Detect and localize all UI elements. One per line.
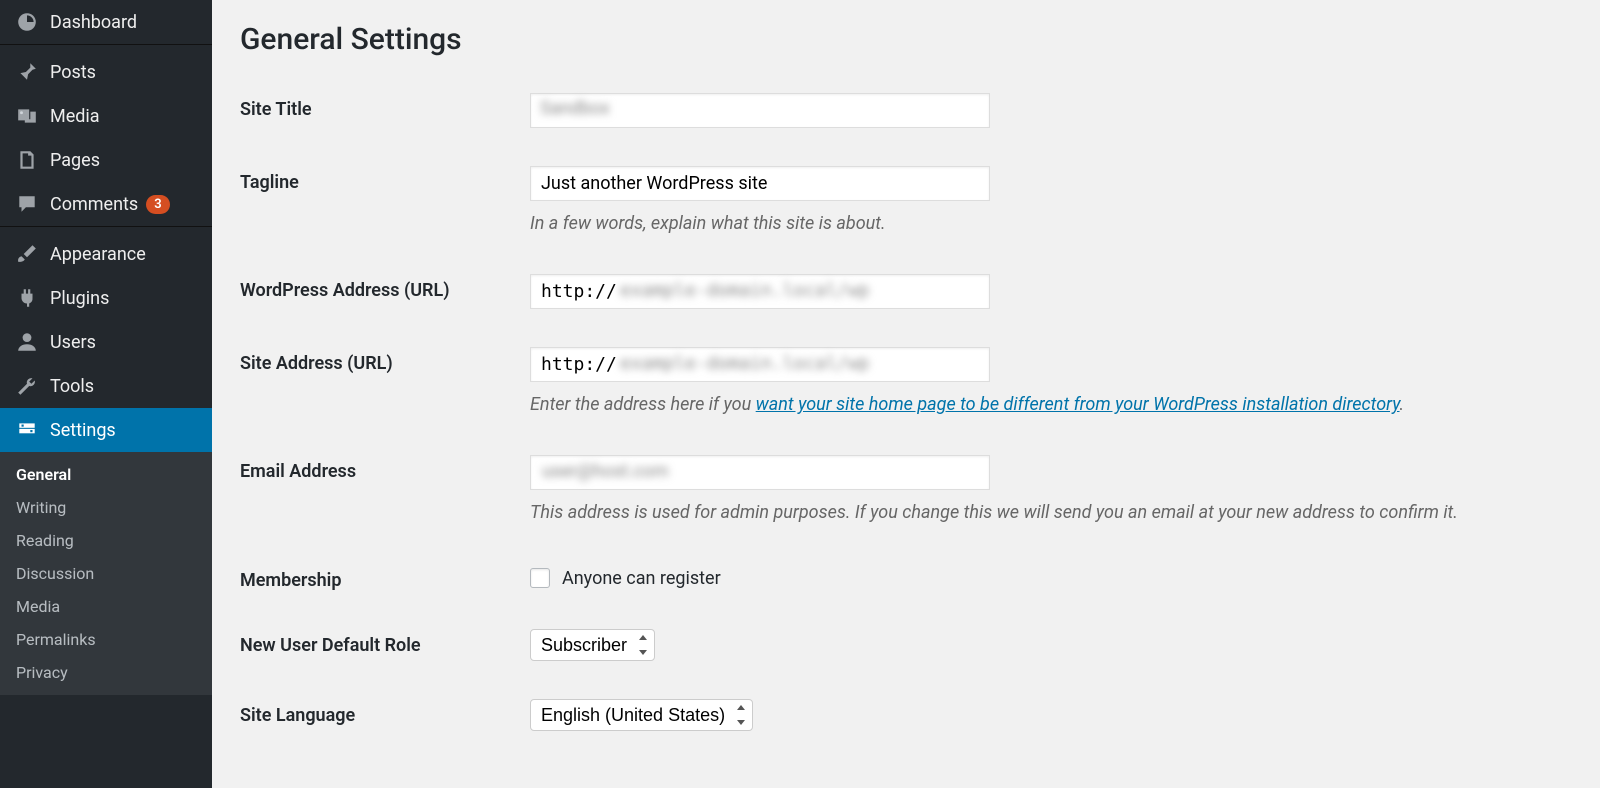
wp-url-input[interactable] [530, 274, 990, 309]
sidebar-item-posts[interactable]: Posts [0, 50, 212, 94]
sidebar-item-settings[interactable]: Settings [0, 408, 212, 452]
label-wp-url: WordPress Address (URL) [240, 274, 530, 301]
sidebar-item-label: Appearance [50, 244, 146, 265]
sidebar-item-dashboard[interactable]: Dashboard [0, 0, 212, 44]
email-input[interactable] [530, 455, 990, 490]
sidebar-sub-media[interactable]: Media [0, 590, 212, 623]
site-url-input[interactable] [530, 347, 990, 382]
row-site-url: Site Address (URL) example-domain.local/… [240, 347, 1572, 417]
email-description: This address is used for admin purposes.… [530, 500, 1572, 525]
site-language-select[interactable]: English (United States) [530, 699, 753, 731]
tagline-description: In a few words, explain what this site i… [530, 211, 1572, 236]
label-tagline: Tagline [240, 166, 530, 193]
pin-icon [14, 60, 40, 84]
label-site-title: Site Title [240, 93, 530, 120]
membership-checkbox[interactable] [530, 568, 550, 588]
pages-icon [14, 148, 40, 172]
user-icon [14, 330, 40, 354]
admin-sidebar: Dashboard Posts Media Pages Comments 3 A… [0, 0, 212, 788]
row-tagline: Tagline In a few words, explain what thi… [240, 166, 1572, 236]
dashboard-icon [14, 10, 40, 34]
main-content: General Settings Site Title Sandbox Tagl… [212, 0, 1600, 788]
row-email: Email Address user@host.com This address… [240, 455, 1572, 525]
sidebar-sub-writing[interactable]: Writing [0, 491, 212, 524]
label-site-url: Site Address (URL) [240, 347, 530, 374]
active-arrow-icon [212, 418, 224, 442]
label-default-role: New User Default Role [240, 629, 530, 656]
sidebar-sub-permalinks[interactable]: Permalinks [0, 623, 212, 656]
desc-text: Enter the address here if you [530, 394, 756, 415]
sidebar-item-comments[interactable]: Comments 3 [0, 182, 212, 226]
sidebar-item-label: Comments [50, 194, 138, 215]
row-wp-url: WordPress Address (URL) example-domain.l… [240, 274, 1572, 309]
sidebar-item-plugins[interactable]: Plugins [0, 276, 212, 320]
wrench-icon [14, 374, 40, 398]
sidebar-sub-discussion[interactable]: Discussion [0, 557, 212, 590]
brush-icon [14, 242, 40, 266]
sidebar-item-label: Users [50, 332, 96, 353]
tagline-input[interactable] [530, 166, 990, 201]
sidebar-sub-privacy[interactable]: Privacy [0, 656, 212, 689]
label-site-language: Site Language [240, 699, 530, 726]
row-default-role: New User Default Role Subscriber [240, 629, 1572, 661]
sidebar-item-label: Posts [50, 62, 96, 83]
sidebar-item-label: Settings [50, 420, 116, 441]
sidebar-item-tools[interactable]: Tools [0, 364, 212, 408]
sidebar-item-media[interactable]: Media [0, 94, 212, 138]
media-icon [14, 104, 40, 128]
sidebar-sub-general[interactable]: General [0, 458, 212, 491]
site-title-input[interactable] [530, 93, 990, 128]
membership-checkbox-wrap[interactable]: Anyone can register [530, 564, 1572, 589]
sidebar-submenu: General Writing Reading Discussion Media… [0, 452, 212, 695]
settings-icon [14, 418, 40, 442]
sidebar-sub-reading[interactable]: Reading [0, 524, 212, 557]
row-membership: Membership Anyone can register [240, 564, 1572, 591]
label-email: Email Address [240, 455, 530, 482]
desc-text: . [1400, 394, 1405, 415]
row-site-title: Site Title Sandbox [240, 93, 1572, 128]
label-membership: Membership [240, 564, 530, 591]
default-role-select[interactable]: Subscriber [530, 629, 655, 661]
sidebar-item-pages[interactable]: Pages [0, 138, 212, 182]
sidebar-item-label: Media [50, 106, 100, 127]
plug-icon [14, 286, 40, 310]
settings-form: Site Title Sandbox Tagline In a few word… [240, 93, 1572, 731]
sidebar-item-label: Pages [50, 150, 100, 171]
membership-checkbox-label: Anyone can register [562, 568, 721, 589]
page-title: General Settings [240, 22, 1572, 57]
row-site-language: Site Language English (United States) [240, 699, 1572, 731]
sidebar-item-label: Plugins [50, 288, 109, 309]
site-url-description: Enter the address here if you want your … [530, 392, 1572, 417]
comments-icon [14, 192, 40, 216]
sidebar-item-users[interactable]: Users [0, 320, 212, 364]
sidebar-item-appearance[interactable]: Appearance [0, 232, 212, 276]
sidebar-item-label: Dashboard [50, 12, 137, 33]
site-url-help-link[interactable]: want your site home page to be different… [756, 394, 1400, 415]
sidebar-item-label: Tools [50, 376, 94, 397]
comments-badge: 3 [146, 195, 169, 214]
